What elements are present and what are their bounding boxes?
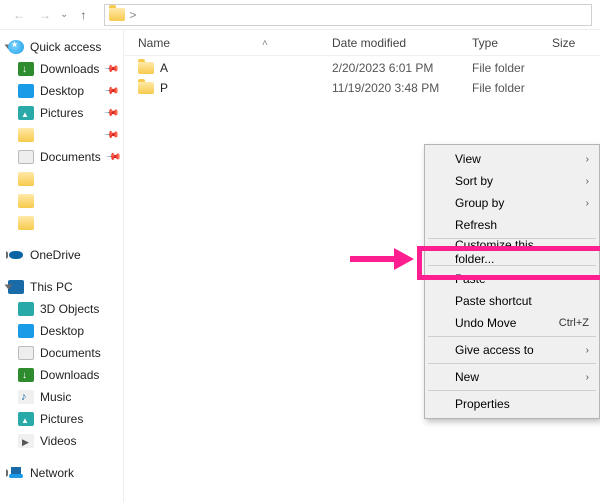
dropdown-chev-icon[interactable]: ⌄: [60, 9, 68, 20]
pictures-icon: [18, 106, 34, 120]
arrow-right-icon: →: [39, 8, 51, 22]
column-headers: Name˄ Date modified Type Size: [124, 30, 600, 56]
menu-item-refresh[interactable]: Refresh: [427, 214, 597, 236]
menu-separator: [428, 363, 596, 364]
sidebar-item-3d-objects[interactable]: 3D Objects: [4, 298, 119, 320]
menu-separator: [428, 390, 596, 391]
menu-separator: [428, 336, 596, 337]
star-icon: [8, 40, 24, 54]
file-date: 11/19/2020 3:48 PM: [332, 81, 472, 95]
sidebar-item-documents[interactable]: Documents📌: [4, 146, 119, 168]
navigation-bar: ← → ⌄ ↑ >: [0, 0, 600, 30]
downloads-icon: [18, 368, 34, 382]
context-menu: View› Sort by› Group by› Refresh Customi…: [424, 144, 600, 419]
file-type: File folder: [472, 81, 552, 95]
arrow-up-icon: ↑: [80, 8, 86, 22]
pin-icon: 📌: [102, 127, 119, 144]
menu-item-new[interactable]: New›: [427, 366, 597, 388]
chevron-right-icon: ›: [586, 198, 589, 209]
address-bar[interactable]: >: [104, 4, 592, 26]
cloud-icon: [8, 248, 24, 262]
sidebar-item-pictures[interactable]: Pictures📌: [4, 102, 119, 124]
menu-item-paste-shortcut[interactable]: Paste shortcut: [427, 290, 597, 312]
sidebar-item-downloads[interactable]: Downloads📌: [4, 58, 119, 80]
menu-item-paste[interactable]: Paste: [427, 268, 597, 290]
breadcrumb-sep: >: [129, 8, 136, 22]
file-type: File folder: [472, 61, 552, 75]
sidebar-item-folder-4[interactable]: [4, 212, 119, 234]
column-header-type[interactable]: Type: [472, 36, 552, 50]
sidebar-item-music[interactable]: Music: [4, 386, 119, 408]
file-name: A: [160, 61, 168, 75]
folder-icon: [138, 62, 154, 74]
sidebar-item-documents-2[interactable]: Documents: [4, 342, 119, 364]
column-header-size[interactable]: Size: [552, 36, 592, 50]
downloads-icon: [18, 62, 34, 76]
sidebar-item-folder-1[interactable]: 📌: [4, 124, 119, 146]
sidebar-item-desktop-2[interactable]: Desktop: [4, 320, 119, 342]
folder-icon: [18, 216, 34, 230]
pin-icon: 📌: [105, 149, 122, 166]
sidebar-quick-access[interactable]: Quick access: [4, 36, 119, 58]
sidebar-item-pictures-2[interactable]: Pictures: [4, 408, 119, 430]
chevron-right-icon: ›: [586, 176, 589, 187]
file-date: 2/20/2023 6:01 PM: [332, 61, 472, 75]
menu-item-undo-move[interactable]: Undo MoveCtrl+Z: [427, 312, 597, 334]
sidebar-this-pc[interactable]: This PC: [4, 276, 119, 298]
navigation-pane: Quick access Downloads📌 Desktop📌 Picture…: [0, 30, 124, 502]
forward-button[interactable]: →: [34, 4, 56, 26]
sidebar-item-videos[interactable]: Videos: [4, 430, 119, 452]
menu-item-view[interactable]: View›: [427, 148, 597, 170]
file-name: P: [160, 81, 168, 95]
network-icon: [8, 466, 24, 480]
back-button[interactable]: ←: [8, 4, 30, 26]
folder-icon: [109, 8, 125, 21]
up-button[interactable]: ↑: [72, 4, 94, 26]
chevron-right-icon: ›: [586, 154, 589, 165]
documents-icon: [18, 150, 34, 164]
file-row[interactable]: A 2/20/2023 6:01 PM File folder: [132, 58, 592, 78]
pin-icon: 📌: [103, 61, 120, 78]
sort-asc-icon: ˄: [262, 38, 268, 49]
documents-icon: [18, 346, 34, 360]
annotation-arrow: [350, 256, 396, 262]
folder-icon: [138, 82, 154, 94]
column-header-date[interactable]: Date modified: [332, 36, 472, 50]
chevron-right-icon: ›: [586, 345, 589, 356]
shortcut-label: Ctrl+Z: [559, 317, 589, 329]
pin-icon: 📌: [102, 83, 119, 100]
videos-icon: [18, 434, 34, 448]
menu-item-properties[interactable]: Properties: [427, 393, 597, 415]
sidebar-item-folder-3[interactable]: [4, 190, 119, 212]
sidebar-item-folder-2[interactable]: [4, 168, 119, 190]
column-header-name[interactable]: Name˄: [132, 36, 332, 50]
music-icon: [18, 390, 34, 404]
menu-item-group-by[interactable]: Group by›: [427, 192, 597, 214]
sidebar-item-desktop[interactable]: Desktop📌: [4, 80, 119, 102]
pictures-icon: [18, 412, 34, 426]
chevron-right-icon: ›: [586, 372, 589, 383]
folder-icon: [18, 128, 34, 142]
file-row[interactable]: P 11/19/2020 3:48 PM File folder: [132, 78, 592, 98]
pin-icon: 📌: [102, 105, 119, 122]
menu-item-sort-by[interactable]: Sort by›: [427, 170, 597, 192]
sidebar-onedrive[interactable]: OneDrive: [4, 244, 119, 266]
folder-icon: [18, 172, 34, 186]
desktop-icon: [18, 324, 34, 338]
menu-item-customize[interactable]: Customize this folder...: [427, 241, 597, 263]
desktop-icon: [18, 84, 34, 98]
folder-icon: [18, 194, 34, 208]
sidebar-network[interactable]: Network: [4, 462, 119, 484]
cube-icon: [18, 302, 34, 316]
file-list-pane[interactable]: Name˄ Date modified Type Size A 2/20/202…: [124, 30, 600, 502]
menu-item-give-access[interactable]: Give access to›: [427, 339, 597, 361]
arrow-left-icon: ←: [13, 8, 25, 22]
sidebar-item-downloads-2[interactable]: Downloads: [4, 364, 119, 386]
